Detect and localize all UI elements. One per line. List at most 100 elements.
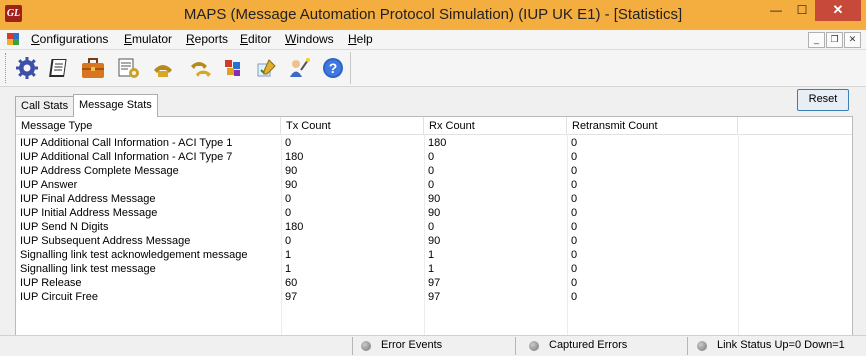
table-row[interactable]: Signalling link test acknowledgement mes… — [16, 248, 852, 262]
cell-retransmit-count: 0 — [571, 235, 578, 247]
mdi-close-button[interactable]: ✕ — [844, 32, 861, 48]
menu-emulator[interactable]: Emulator — [124, 32, 172, 46]
menu-bar: Configurations Emulator Reports Editor W… — [0, 30, 866, 50]
cell-retransmit-count: 0 — [571, 221, 578, 233]
cell-rx-count: 1 — [428, 249, 435, 261]
table-row[interactable]: IUP Initial Address Message 0 90 0 — [16, 206, 852, 220]
cell-retransmit-count: 0 — [571, 179, 578, 191]
cell-retransmit-count: 0 — [571, 165, 578, 177]
title-bar: GL MAPS (Message Automation Protocol Sim… — [0, 0, 866, 31]
cell-tx-count: 60 — [285, 277, 298, 289]
toolbar-grip[interactable] — [5, 53, 8, 83]
phone-call-icon[interactable] — [148, 53, 178, 83]
menu-editor[interactable]: Editor — [240, 32, 271, 46]
cell-message-type: IUP Answer — [20, 179, 78, 191]
toolbar: ? — [0, 50, 866, 87]
window-title: MAPS (Message Automation Protocol Simula… — [183, 6, 683, 23]
message-stats-table[interactable]: Message Type Tx Count Rx Count Retransmi… — [15, 116, 853, 336]
status-bar: Error Events Captured Errors Link Status… — [0, 335, 866, 356]
menu-windows[interactable]: Windows — [285, 32, 334, 46]
table-header: Message Type Tx Count Rx Count Retransmi… — [16, 117, 852, 135]
cell-retransmit-count: 0 — [571, 249, 578, 261]
cell-message-type: IUP Subsequent Address Message — [20, 235, 191, 247]
cell-rx-count: 90 — [428, 235, 441, 247]
table-row[interactable]: IUP Subsequent Address Message 0 90 0 — [16, 234, 852, 248]
status-separator — [515, 337, 516, 355]
toolbar-separator — [350, 52, 351, 84]
cell-tx-count: 180 — [285, 221, 304, 233]
column-header-retransmit-count[interactable]: Retransmit Count — [567, 117, 738, 134]
captured-errors-indicator-icon — [529, 341, 539, 351]
column-header-tx-count[interactable]: Tx Count — [281, 117, 424, 134]
table-row[interactable]: Signalling link test message 1 1 0 — [16, 262, 852, 276]
cell-tx-count: 97 — [285, 291, 298, 303]
pen-check-icon[interactable] — [252, 53, 282, 83]
tab-message-stats[interactable]: Message Stats — [73, 94, 158, 117]
cell-retransmit-count: 0 — [571, 207, 578, 219]
status-separator — [352, 337, 353, 355]
table-row[interactable]: IUP Address Complete Message 90 0 0 — [16, 164, 852, 178]
color-blocks-icon[interactable] — [218, 53, 248, 83]
cell-message-type: IUP Release — [20, 277, 82, 289]
link-status-label: Link Status Up=0 Down=1 — [717, 339, 845, 351]
table-row[interactable]: IUP Answer 90 0 0 — [16, 178, 852, 192]
document-window-icon[interactable] — [7, 33, 19, 45]
error-events-indicator-icon — [361, 341, 371, 351]
mdi-restore-button[interactable]: ❐ — [826, 32, 843, 48]
cell-tx-count: 90 — [285, 179, 298, 191]
menu-configurations[interactable]: Configurations — [31, 32, 108, 46]
table-row[interactable]: IUP Release 60 97 0 — [16, 276, 852, 290]
cell-message-type: IUP Circuit Free — [20, 291, 99, 303]
wizard-icon[interactable] — [284, 53, 314, 83]
cell-tx-count: 0 — [285, 207, 292, 219]
cell-message-type: IUP Additional Call Information - ACI Ty… — [20, 151, 233, 163]
cell-tx-count: 1 — [285, 249, 292, 261]
cell-message-type: Signalling link test message — [20, 263, 156, 275]
close-button[interactable]: ✕ — [815, 0, 861, 21]
help-icon[interactable]: ? — [318, 53, 348, 83]
mdi-minimize-button[interactable]: _ — [808, 32, 825, 48]
phone-transfer-icon[interactable] — [186, 53, 216, 83]
table-row[interactable]: IUP Additional Call Information - ACI Ty… — [16, 150, 852, 164]
table-row[interactable]: IUP Final Address Message 0 90 0 — [16, 192, 852, 206]
cell-rx-count: 97 — [428, 291, 441, 303]
gear-icon[interactable] — [12, 53, 42, 83]
cell-tx-count: 0 — [285, 137, 292, 149]
link-status-indicator-icon — [697, 341, 707, 351]
cell-message-type: Signalling link test acknowledgement mes… — [20, 249, 248, 261]
cell-rx-count: 97 — [428, 277, 441, 289]
cell-rx-count: 1 — [428, 263, 435, 275]
svg-text:?: ? — [329, 60, 338, 76]
cell-message-type: IUP Send N Digits — [20, 221, 109, 233]
cell-message-type: IUP Additional Call Information - ACI Ty… — [20, 137, 233, 149]
minimize-button[interactable]: — — [763, 0, 789, 21]
table-row[interactable]: IUP Circuit Free 97 97 0 — [16, 290, 852, 304]
cell-message-type: IUP Address Complete Message — [20, 165, 179, 177]
tab-call-stats[interactable]: Call Stats — [15, 96, 75, 116]
cell-rx-count: 0 — [428, 165, 435, 177]
cell-tx-count: 1 — [285, 263, 292, 275]
cell-tx-count: 0 — [285, 235, 292, 247]
cell-rx-count: 180 — [428, 137, 447, 149]
cell-rx-count: 90 — [428, 207, 441, 219]
notebook-icon[interactable] — [44, 53, 74, 83]
captured-errors-label[interactable]: Captured Errors — [549, 339, 627, 351]
table-row[interactable]: IUP Additional Call Information - ACI Ty… — [16, 136, 852, 150]
cell-retransmit-count: 0 — [571, 291, 578, 303]
cell-rx-count: 0 — [428, 179, 435, 191]
menu-help[interactable]: Help — [348, 32, 373, 46]
column-header-message-type[interactable]: Message Type — [16, 117, 281, 134]
cell-rx-count: 0 — [428, 221, 435, 233]
table-row[interactable]: IUP Send N Digits 180 0 0 — [16, 220, 852, 234]
cell-retransmit-count: 0 — [571, 193, 578, 205]
briefcase-icon[interactable] — [78, 53, 108, 83]
cell-retransmit-count: 0 — [571, 277, 578, 289]
maximize-button[interactable]: ☐ — [789, 0, 815, 21]
script-edit-icon[interactable] — [114, 53, 144, 83]
column-header-rx-count[interactable]: Rx Count — [424, 117, 567, 134]
cell-tx-count: 90 — [285, 165, 298, 177]
error-events-label[interactable]: Error Events — [381, 339, 442, 351]
reset-button[interactable]: Reset — [797, 89, 849, 111]
cell-message-type: IUP Initial Address Message — [20, 207, 158, 219]
menu-reports[interactable]: Reports — [186, 32, 228, 46]
